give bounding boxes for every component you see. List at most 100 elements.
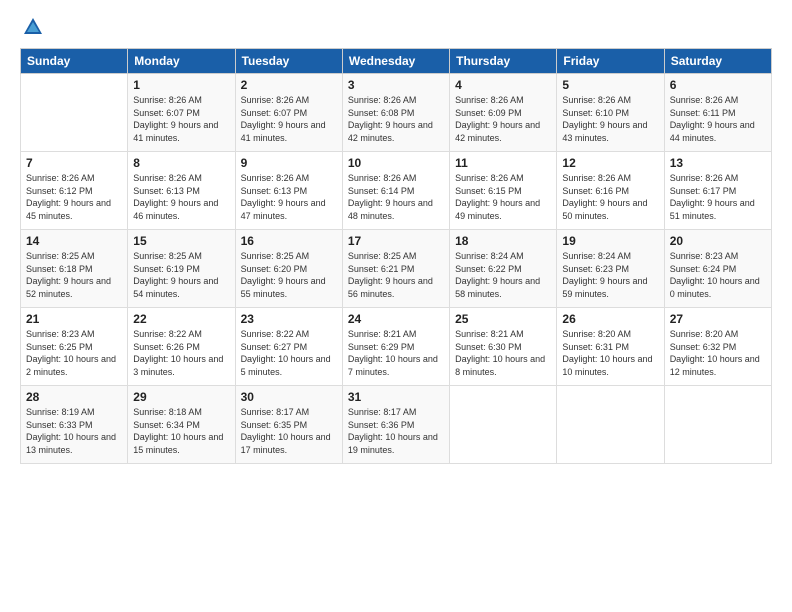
day-header-sunday: Sunday bbox=[21, 49, 128, 74]
calendar-table: SundayMondayTuesdayWednesdayThursdayFrid… bbox=[20, 48, 772, 464]
calendar-cell bbox=[450, 386, 557, 464]
cell-info: Sunrise: 8:26 AMSunset: 6:15 PMDaylight:… bbox=[455, 173, 540, 221]
day-number: 19 bbox=[562, 234, 658, 248]
day-number: 1 bbox=[133, 78, 229, 92]
calendar-cell: 1 Sunrise: 8:26 AMSunset: 6:07 PMDayligh… bbox=[128, 74, 235, 152]
cell-info: Sunrise: 8:26 AMSunset: 6:13 PMDaylight:… bbox=[133, 173, 218, 221]
day-number: 14 bbox=[26, 234, 122, 248]
day-number: 15 bbox=[133, 234, 229, 248]
day-number: 24 bbox=[348, 312, 444, 326]
cell-info: Sunrise: 8:23 AMSunset: 6:25 PMDaylight:… bbox=[26, 329, 116, 377]
calendar-cell: 31 Sunrise: 8:17 AMSunset: 6:36 PMDaylig… bbox=[342, 386, 449, 464]
cell-info: Sunrise: 8:25 AMSunset: 6:18 PMDaylight:… bbox=[26, 251, 111, 299]
day-number: 31 bbox=[348, 390, 444, 404]
calendar-cell bbox=[664, 386, 771, 464]
cell-info: Sunrise: 8:20 AMSunset: 6:31 PMDaylight:… bbox=[562, 329, 652, 377]
cell-info: Sunrise: 8:24 AMSunset: 6:23 PMDaylight:… bbox=[562, 251, 647, 299]
calendar-cell: 27 Sunrise: 8:20 AMSunset: 6:32 PMDaylig… bbox=[664, 308, 771, 386]
cell-info: Sunrise: 8:17 AMSunset: 6:35 PMDaylight:… bbox=[241, 407, 331, 455]
day-number: 28 bbox=[26, 390, 122, 404]
calendar-cell: 22 Sunrise: 8:22 AMSunset: 6:26 PMDaylig… bbox=[128, 308, 235, 386]
page: SundayMondayTuesdayWednesdayThursdayFrid… bbox=[0, 0, 792, 612]
cell-info: Sunrise: 8:25 AMSunset: 6:20 PMDaylight:… bbox=[241, 251, 326, 299]
day-number: 10 bbox=[348, 156, 444, 170]
day-number: 3 bbox=[348, 78, 444, 92]
cell-info: Sunrise: 8:26 AMSunset: 6:11 PMDaylight:… bbox=[670, 95, 755, 143]
day-number: 9 bbox=[241, 156, 337, 170]
calendar-cell: 24 Sunrise: 8:21 AMSunset: 6:29 PMDaylig… bbox=[342, 308, 449, 386]
cell-info: Sunrise: 8:18 AMSunset: 6:34 PMDaylight:… bbox=[133, 407, 223, 455]
week-row-5: 28 Sunrise: 8:19 AMSunset: 6:33 PMDaylig… bbox=[21, 386, 772, 464]
day-number: 13 bbox=[670, 156, 766, 170]
cell-info: Sunrise: 8:21 AMSunset: 6:30 PMDaylight:… bbox=[455, 329, 545, 377]
calendar-cell: 14 Sunrise: 8:25 AMSunset: 6:18 PMDaylig… bbox=[21, 230, 128, 308]
cell-info: Sunrise: 8:25 AMSunset: 6:21 PMDaylight:… bbox=[348, 251, 433, 299]
calendar-cell: 29 Sunrise: 8:18 AMSunset: 6:34 PMDaylig… bbox=[128, 386, 235, 464]
cell-info: Sunrise: 8:19 AMSunset: 6:33 PMDaylight:… bbox=[26, 407, 116, 455]
calendar-cell: 12 Sunrise: 8:26 AMSunset: 6:16 PMDaylig… bbox=[557, 152, 664, 230]
calendar-cell: 16 Sunrise: 8:25 AMSunset: 6:20 PMDaylig… bbox=[235, 230, 342, 308]
day-number: 21 bbox=[26, 312, 122, 326]
cell-info: Sunrise: 8:26 AMSunset: 6:09 PMDaylight:… bbox=[455, 95, 540, 143]
day-number: 17 bbox=[348, 234, 444, 248]
cell-info: Sunrise: 8:21 AMSunset: 6:29 PMDaylight:… bbox=[348, 329, 438, 377]
day-number: 12 bbox=[562, 156, 658, 170]
day-number: 5 bbox=[562, 78, 658, 92]
cell-info: Sunrise: 8:22 AMSunset: 6:27 PMDaylight:… bbox=[241, 329, 331, 377]
calendar-cell: 30 Sunrise: 8:17 AMSunset: 6:35 PMDaylig… bbox=[235, 386, 342, 464]
logo bbox=[20, 16, 44, 38]
week-row-2: 7 Sunrise: 8:26 AMSunset: 6:12 PMDayligh… bbox=[21, 152, 772, 230]
day-number: 11 bbox=[455, 156, 551, 170]
day-number: 8 bbox=[133, 156, 229, 170]
calendar-cell bbox=[557, 386, 664, 464]
day-header-saturday: Saturday bbox=[664, 49, 771, 74]
calendar-cell: 23 Sunrise: 8:22 AMSunset: 6:27 PMDaylig… bbox=[235, 308, 342, 386]
cell-info: Sunrise: 8:26 AMSunset: 6:16 PMDaylight:… bbox=[562, 173, 647, 221]
calendar-cell: 18 Sunrise: 8:24 AMSunset: 6:22 PMDaylig… bbox=[450, 230, 557, 308]
calendar-cell: 10 Sunrise: 8:26 AMSunset: 6:14 PMDaylig… bbox=[342, 152, 449, 230]
cell-info: Sunrise: 8:24 AMSunset: 6:22 PMDaylight:… bbox=[455, 251, 540, 299]
cell-info: Sunrise: 8:26 AMSunset: 6:12 PMDaylight:… bbox=[26, 173, 111, 221]
calendar-cell: 19 Sunrise: 8:24 AMSunset: 6:23 PMDaylig… bbox=[557, 230, 664, 308]
calendar-cell: 5 Sunrise: 8:26 AMSunset: 6:10 PMDayligh… bbox=[557, 74, 664, 152]
cell-info: Sunrise: 8:26 AMSunset: 6:08 PMDaylight:… bbox=[348, 95, 433, 143]
cell-info: Sunrise: 8:26 AMSunset: 6:13 PMDaylight:… bbox=[241, 173, 326, 221]
day-number: 29 bbox=[133, 390, 229, 404]
day-header-thursday: Thursday bbox=[450, 49, 557, 74]
calendar-cell: 7 Sunrise: 8:26 AMSunset: 6:12 PMDayligh… bbox=[21, 152, 128, 230]
day-header-monday: Monday bbox=[128, 49, 235, 74]
calendar-cell: 20 Sunrise: 8:23 AMSunset: 6:24 PMDaylig… bbox=[664, 230, 771, 308]
calendar-cell: 26 Sunrise: 8:20 AMSunset: 6:31 PMDaylig… bbox=[557, 308, 664, 386]
calendar-cell: 21 Sunrise: 8:23 AMSunset: 6:25 PMDaylig… bbox=[21, 308, 128, 386]
cell-info: Sunrise: 8:25 AMSunset: 6:19 PMDaylight:… bbox=[133, 251, 218, 299]
day-number: 25 bbox=[455, 312, 551, 326]
day-number: 7 bbox=[26, 156, 122, 170]
calendar-cell: 4 Sunrise: 8:26 AMSunset: 6:09 PMDayligh… bbox=[450, 74, 557, 152]
calendar-cell bbox=[21, 74, 128, 152]
day-number: 30 bbox=[241, 390, 337, 404]
calendar-cell: 25 Sunrise: 8:21 AMSunset: 6:30 PMDaylig… bbox=[450, 308, 557, 386]
day-number: 16 bbox=[241, 234, 337, 248]
logo-icon bbox=[22, 16, 44, 38]
day-header-tuesday: Tuesday bbox=[235, 49, 342, 74]
week-row-3: 14 Sunrise: 8:25 AMSunset: 6:18 PMDaylig… bbox=[21, 230, 772, 308]
calendar-cell: 8 Sunrise: 8:26 AMSunset: 6:13 PMDayligh… bbox=[128, 152, 235, 230]
cell-info: Sunrise: 8:20 AMSunset: 6:32 PMDaylight:… bbox=[670, 329, 760, 377]
day-number: 18 bbox=[455, 234, 551, 248]
day-number: 27 bbox=[670, 312, 766, 326]
cell-info: Sunrise: 8:26 AMSunset: 6:07 PMDaylight:… bbox=[241, 95, 326, 143]
week-row-4: 21 Sunrise: 8:23 AMSunset: 6:25 PMDaylig… bbox=[21, 308, 772, 386]
calendar-cell: 13 Sunrise: 8:26 AMSunset: 6:17 PMDaylig… bbox=[664, 152, 771, 230]
calendar-cell: 2 Sunrise: 8:26 AMSunset: 6:07 PMDayligh… bbox=[235, 74, 342, 152]
header bbox=[20, 16, 772, 38]
cell-info: Sunrise: 8:26 AMSunset: 6:17 PMDaylight:… bbox=[670, 173, 755, 221]
day-number: 23 bbox=[241, 312, 337, 326]
day-header-row: SundayMondayTuesdayWednesdayThursdayFrid… bbox=[21, 49, 772, 74]
day-number: 2 bbox=[241, 78, 337, 92]
day-header-friday: Friday bbox=[557, 49, 664, 74]
calendar-cell: 28 Sunrise: 8:19 AMSunset: 6:33 PMDaylig… bbox=[21, 386, 128, 464]
day-number: 4 bbox=[455, 78, 551, 92]
day-number: 6 bbox=[670, 78, 766, 92]
cell-info: Sunrise: 8:22 AMSunset: 6:26 PMDaylight:… bbox=[133, 329, 223, 377]
calendar-cell: 17 Sunrise: 8:25 AMSunset: 6:21 PMDaylig… bbox=[342, 230, 449, 308]
